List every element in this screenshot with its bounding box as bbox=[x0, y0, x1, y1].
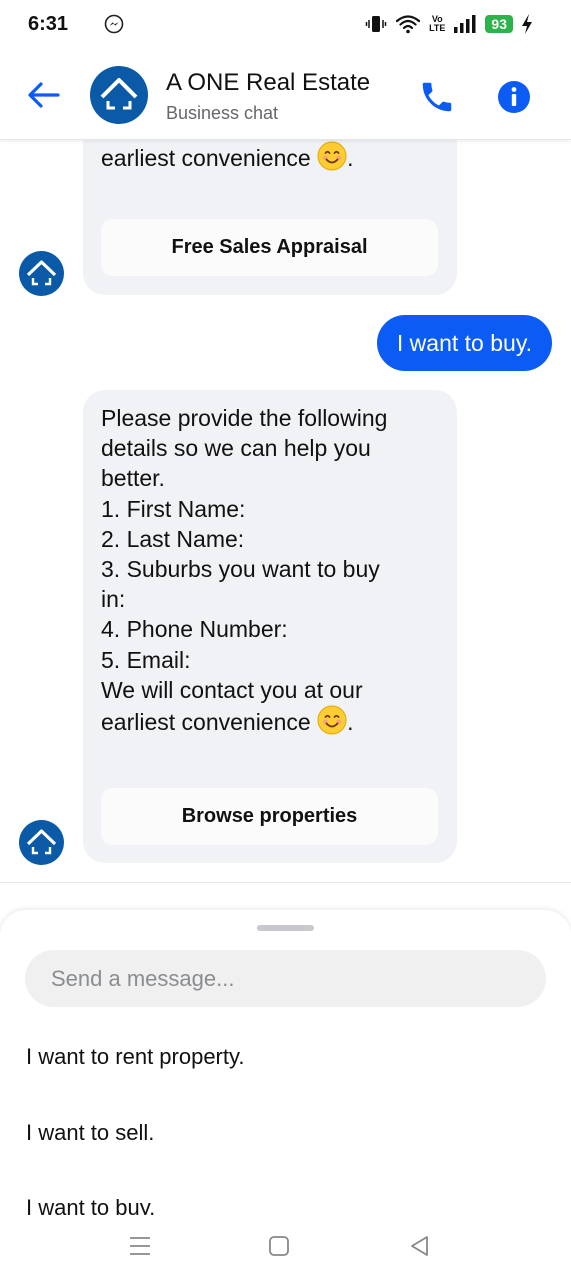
status-bar: 6:31 Vo LTE 93 bbox=[0, 0, 571, 50]
info-icon[interactable] bbox=[497, 80, 531, 114]
suggestion-item[interactable]: I want to sell. bbox=[26, 1120, 154, 1146]
suggestion-item[interactable]: I want to buy. bbox=[26, 1195, 155, 1215]
message-text: earliest convenience . bbox=[83, 140, 457, 173]
bot-avatar bbox=[19, 251, 64, 296]
message-text: Please provide the following details so … bbox=[101, 405, 388, 736]
chat-subtitle: Business chat bbox=[166, 103, 279, 123]
message-input[interactable] bbox=[25, 950, 546, 1007]
phone-icon[interactable] bbox=[418, 78, 456, 116]
suggestion-item[interactable]: I want to rent property. bbox=[26, 1044, 244, 1070]
bot-avatar bbox=[19, 820, 64, 865]
vibrate-icon bbox=[365, 16, 387, 32]
status-icons: Vo LTE 93 bbox=[365, 13, 533, 35]
chat-title: A ONE Real Estate bbox=[166, 69, 371, 96]
message-list[interactable]: earliest convenience . Free Sales Apprai… bbox=[0, 140, 571, 882]
bot-message: Please provide the following details so … bbox=[83, 390, 457, 863]
messenger-icon bbox=[104, 14, 124, 34]
status-time: 6:31 bbox=[28, 13, 69, 35]
divider bbox=[0, 882, 571, 883]
charging-icon bbox=[522, 14, 532, 34]
back-icon[interactable] bbox=[407, 1233, 433, 1259]
business-avatar[interactable] bbox=[90, 66, 148, 124]
smiling-face-emoji bbox=[317, 141, 347, 171]
battery-indicator: 93 bbox=[485, 15, 513, 33]
drag-handle[interactable] bbox=[257, 925, 314, 931]
wifi-icon bbox=[395, 15, 421, 34]
user-message: I want to buy. bbox=[376, 315, 552, 371]
smiling-face-emoji bbox=[317, 705, 347, 735]
bot-message: earliest convenience . Free Sales Apprai… bbox=[83, 140, 457, 295]
back-arrow-icon[interactable] bbox=[26, 80, 62, 110]
system-nav-bar bbox=[0, 1215, 571, 1280]
signal-icon bbox=[454, 15, 476, 33]
quick-reply-browse-properties[interactable]: Browse properties bbox=[101, 788, 438, 845]
menu-icon[interactable] bbox=[127, 1233, 153, 1259]
chat-header: A ONE Real Estate Business chat bbox=[0, 50, 571, 140]
composer-sheet: I want to rent property. I want to sell.… bbox=[0, 910, 571, 1215]
volte-indicator: Vo LTE bbox=[429, 14, 446, 33]
home-icon[interactable] bbox=[266, 1233, 292, 1259]
quick-reply-free-sales-appraisal[interactable]: Free Sales Appraisal bbox=[101, 219, 438, 276]
